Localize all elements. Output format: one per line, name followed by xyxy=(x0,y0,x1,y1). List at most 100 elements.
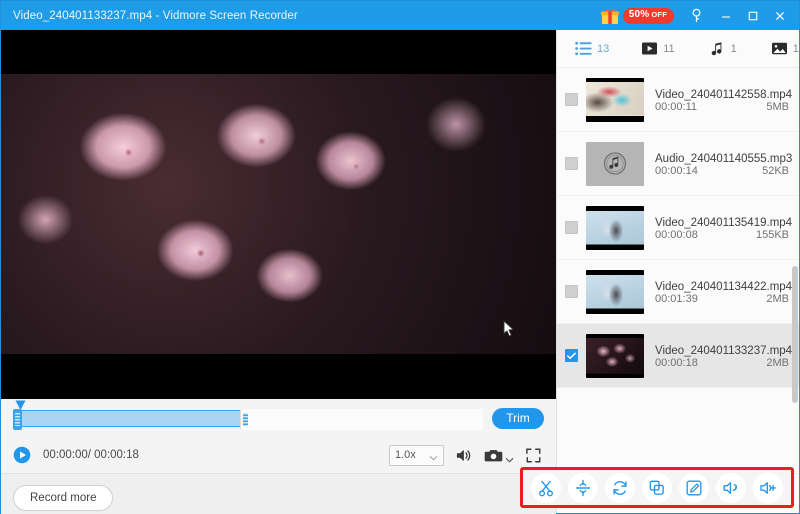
file-sub: 00:00:18 2MB xyxy=(655,357,789,369)
list-item[interactable]: Video_240401142558.mp4 00:00:11 5MB xyxy=(557,68,799,132)
playback-speed-value: 1.0x xyxy=(395,449,416,461)
thumbnail xyxy=(586,269,644,314)
video-icon xyxy=(641,41,658,56)
file-duration: 00:00:18 xyxy=(655,356,698,369)
file-duration: 00:00:11 xyxy=(655,100,698,113)
minimize-button[interactable] xyxy=(712,4,739,28)
file-sub: 00:00:14 52KB xyxy=(655,165,789,177)
tab-video[interactable]: 11 xyxy=(633,38,682,59)
file-name: Video_240401134422.mp4 xyxy=(655,280,793,293)
speaker-plus-icon xyxy=(759,479,777,497)
list-item[interactable]: Video_240401135419.mp4 00:00:08 155KB xyxy=(557,196,799,260)
list-item-selected[interactable]: Video_240401133237.mp4 00:00:18 2MB xyxy=(557,324,799,388)
trim-handle-start[interactable] xyxy=(13,408,22,430)
file-meta: Video_240401133237.mp4 00:00:18 2MB xyxy=(652,343,793,369)
chevron-down-icon xyxy=(429,452,438,461)
player-pane: Trim 00:00:00/ 00:00:18 1.0x Record more xyxy=(1,30,556,514)
editing-tool-strip xyxy=(520,467,794,508)
record-more-button[interactable]: Record more xyxy=(13,484,114,511)
row-checkbox[interactable] xyxy=(565,221,578,234)
mouse-cursor-icon xyxy=(503,320,515,338)
promo-banner[interactable]: 50% OFF xyxy=(600,7,674,25)
camera-icon[interactable] xyxy=(482,444,504,466)
thumbnail xyxy=(586,77,644,122)
file-name: Video_240401135419.mp4 xyxy=(655,216,793,229)
file-sub: 00:01:39 2MB xyxy=(655,293,789,305)
trim-tool[interactable] xyxy=(530,472,561,503)
file-sub: 00:00:08 155KB xyxy=(655,229,789,241)
time-display: 00:00:00/ 00:00:18 xyxy=(43,449,139,461)
refresh-icon xyxy=(611,479,629,497)
bottom-bar: Record more xyxy=(1,473,556,514)
library-pane: 13 11 1 1 Video_240401142558.mp4 00:00:1… xyxy=(556,30,799,513)
audio-effect-tool[interactable] xyxy=(716,472,747,503)
thumbnail xyxy=(586,205,644,250)
trim-button[interactable]: Trim xyxy=(492,407,544,429)
maximize-button[interactable] xyxy=(739,4,766,28)
app-body: Trim 00:00:00/ 00:00:18 1.0x Record more… xyxy=(1,30,799,514)
volume-button[interactable] xyxy=(452,444,474,466)
file-list-scrollbar[interactable] xyxy=(792,266,798,403)
file-size: 155KB xyxy=(755,228,789,241)
pencil-square-icon xyxy=(685,479,703,497)
file-name: Video_240401142558.mp4 xyxy=(655,88,793,101)
music-icon xyxy=(709,41,726,56)
file-meta: Video_240401135419.mp4 00:00:08 155KB xyxy=(652,215,793,241)
fullscreen-button[interactable] xyxy=(522,444,544,466)
file-meta: Video_240401142558.mp4 00:00:11 5MB xyxy=(652,87,793,113)
tab-image-count: 1 xyxy=(792,42,799,55)
file-size: 2MB xyxy=(766,356,789,369)
discount-percent: 50% xyxy=(628,8,650,20)
list-item[interactable]: Video_240401134422.mp4 00:01:39 2MB xyxy=(557,260,799,324)
divide-icon xyxy=(574,479,592,497)
trim-timeline-row: Trim xyxy=(1,399,556,437)
file-size: 52KB xyxy=(762,164,789,177)
merge-tool[interactable] xyxy=(641,472,672,503)
snapshot-chevron-down-icon[interactable] xyxy=(505,452,514,463)
video-frame-detail xyxy=(1,74,556,354)
key-icon[interactable] xyxy=(684,4,708,28)
gift-icon xyxy=(600,7,620,25)
video-preview[interactable] xyxy=(1,30,556,399)
edit-tool[interactable] xyxy=(679,472,710,503)
row-checkbox[interactable] xyxy=(565,285,578,298)
library-tabs: 13 11 1 1 xyxy=(557,30,799,68)
file-name: Audio_240401140555.mp3 xyxy=(655,152,793,165)
row-checkbox[interactable] xyxy=(565,157,578,170)
file-name: Video_240401133237.mp4 xyxy=(655,344,793,357)
scissors-icon xyxy=(537,479,555,497)
playback-controls: 00:00:00/ 00:00:18 1.0x xyxy=(1,437,556,473)
app-window: Video_240401133237.mp4 - Vidmore Screen … xyxy=(0,0,800,514)
thumbnail xyxy=(586,141,644,186)
playback-speed-select[interactable]: 1.0x xyxy=(389,444,444,466)
file-duration: 00:00:14 xyxy=(655,164,698,177)
tab-image[interactable]: 1 xyxy=(763,38,800,59)
file-list[interactable]: Video_240401142558.mp4 00:00:11 5MB Audi… xyxy=(557,68,799,473)
file-meta: Video_240401134422.mp4 00:01:39 2MB xyxy=(652,279,793,305)
list-item[interactable]: Audio_240401140555.mp3 00:00:14 52KB xyxy=(557,132,799,196)
row-checkbox[interactable] xyxy=(565,93,578,106)
file-size: 2MB xyxy=(766,292,789,305)
trim-handle-end[interactable] xyxy=(240,408,483,430)
title-bar: Video_240401133237.mp4 - Vidmore Screen … xyxy=(1,1,799,30)
close-button[interactable] xyxy=(766,4,793,28)
trim-track[interactable] xyxy=(13,400,483,430)
discount-badge[interactable]: 50% OFF xyxy=(622,7,674,24)
snapshot-control[interactable] xyxy=(482,444,514,466)
window-title: Video_240401133237.mp4 - Vidmore Screen … xyxy=(13,9,298,22)
file-meta: Audio_240401140555.mp3 00:00:14 52KB xyxy=(652,151,793,177)
play-button[interactable] xyxy=(13,446,31,464)
tab-audio[interactable]: 1 xyxy=(701,38,745,59)
image-icon xyxy=(771,41,788,56)
thumbnail xyxy=(586,333,644,378)
row-checkbox-checked[interactable] xyxy=(565,349,578,362)
file-duration: 00:01:39 xyxy=(655,292,698,305)
video-frame-image xyxy=(1,74,556,354)
split-tool[interactable] xyxy=(567,472,598,503)
tab-all[interactable]: 13 xyxy=(567,38,617,59)
tab-video-count: 11 xyxy=(663,42,675,55)
file-sub: 00:00:11 5MB xyxy=(655,101,789,113)
speaker-arrow-icon xyxy=(722,479,740,497)
volume-boost-tool[interactable] xyxy=(753,472,784,503)
convert-tool[interactable] xyxy=(604,472,635,503)
